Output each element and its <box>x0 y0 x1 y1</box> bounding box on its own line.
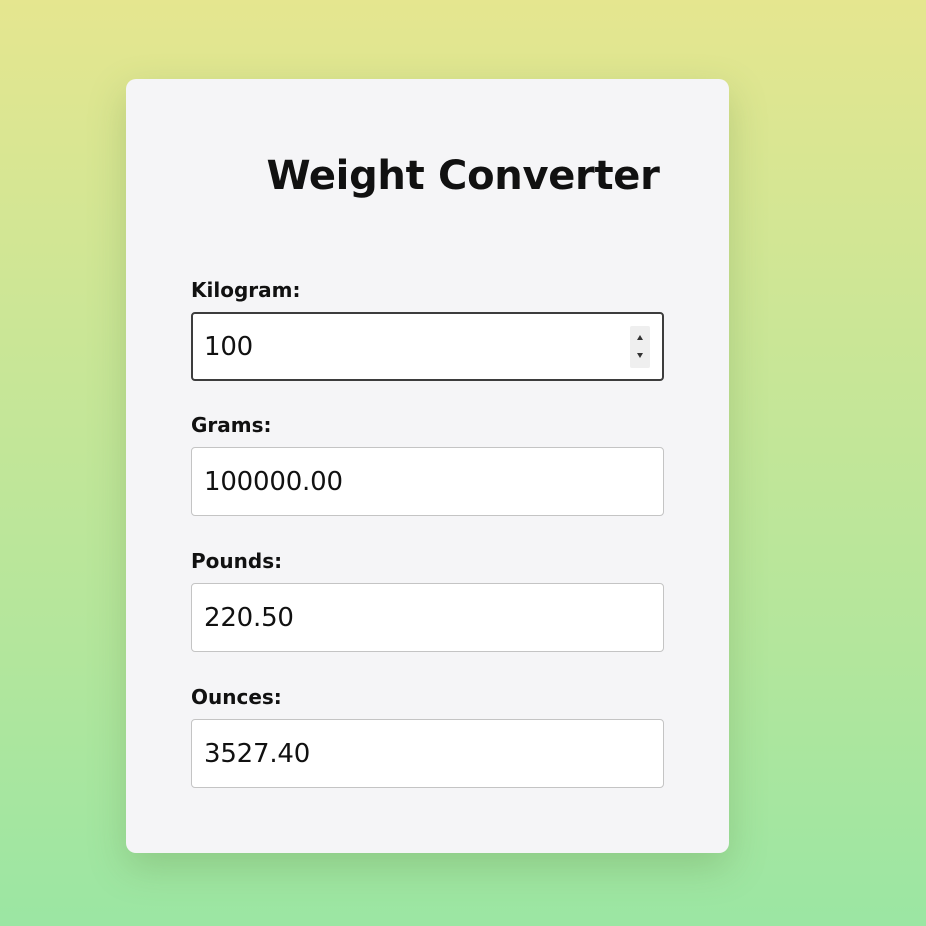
ounces-field[interactable]: 3527.40 <box>191 719 664 788</box>
spin-down-icon[interactable] <box>630 347 650 368</box>
kilogram-value: 100 <box>204 331 254 362</box>
pounds-value: 220.50 <box>204 602 294 633</box>
page-title: Weight Converter <box>266 153 660 199</box>
pounds-field[interactable]: 220.50 <box>191 583 664 652</box>
kilogram-input[interactable]: 100 <box>191 312 664 381</box>
grams-field[interactable]: 100000.00 <box>191 447 664 516</box>
kilogram-label: Kilogram: <box>191 278 301 302</box>
number-spinner[interactable] <box>630 326 650 368</box>
ounces-label: Ounces: <box>191 685 282 709</box>
grams-label: Grams: <box>191 413 272 437</box>
spin-up-icon[interactable] <box>630 326 650 347</box>
pounds-label: Pounds: <box>191 549 283 573</box>
grams-value: 100000.00 <box>204 466 343 497</box>
ounces-value: 3527.40 <box>204 738 311 769</box>
